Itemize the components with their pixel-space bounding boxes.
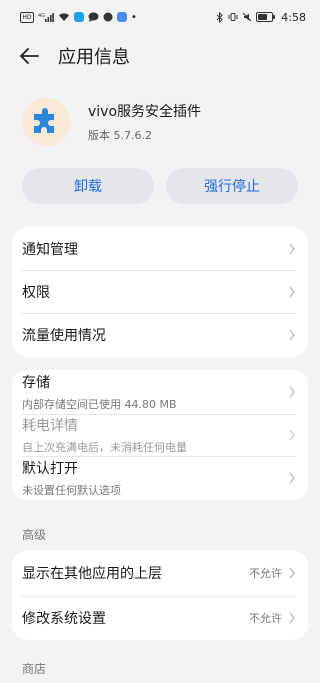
chevron-right-icon (289, 612, 295, 624)
chevron-right-icon (289, 567, 295, 579)
back-button[interactable] (14, 41, 44, 71)
uninstall-button[interactable]: 卸载 (22, 168, 154, 204)
permissions-row[interactable]: 权限 (12, 270, 308, 313)
app-icon (22, 98, 70, 146)
wifi-icon (58, 12, 70, 22)
signal-icon: 4G (38, 12, 54, 22)
status-left: HD 4G • (20, 11, 137, 23)
hd-icon: HD (20, 11, 34, 23)
app-text: vivo服务安全插件 版本 5.7.6.2 (88, 101, 201, 143)
storage-row[interactable]: 存储 内部存储空间已使用 44.80 MB (12, 370, 308, 414)
page-title: 应用信息 (58, 47, 130, 68)
back-arrow-icon (20, 48, 39, 64)
data-usage-row[interactable]: 流量使用情况 (12, 313, 308, 357)
row-label: 通知管理 (22, 241, 78, 258)
row-trailing: 不允许 (249, 565, 296, 581)
app-bar: 应用信息 (0, 38, 320, 74)
chevron-right-icon (289, 243, 295, 254)
open-by-default-row[interactable]: 默认打开 未设置任何默认选项 (12, 456, 308, 500)
row-label: 耗电详情 (22, 418, 78, 434)
chevron-right-icon (289, 472, 295, 484)
message-icon (88, 12, 99, 22)
mute-icon (242, 12, 252, 22)
cloud-app-icon (117, 12, 127, 22)
action-buttons: 卸载 强行停止 (22, 168, 298, 204)
display-over-apps-row[interactable]: 显示在其他应用的上层 不允许 (12, 550, 308, 596)
row-label: 流量使用情况 (22, 328, 106, 344)
clock: 4:58 (281, 10, 306, 24)
row-label: 修改系统设置 (22, 611, 106, 627)
vibrate-icon (228, 12, 238, 22)
chevron-right-icon (289, 429, 295, 441)
row-value: 不允许 (249, 567, 282, 580)
puzzle-icon (34, 108, 54, 133)
force-stop-button[interactable]: 强行停止 (166, 168, 298, 204)
app-version: 版本 5.7.6.2 (88, 129, 152, 142)
row-label: 存储 (22, 375, 50, 391)
row-label: 显示在其他应用的上层 (22, 566, 162, 582)
row-subtitle: 未设置任何默认选项 (22, 484, 121, 497)
settings-card-details: 存储 内部存储空间已使用 44.80 MB 耗电详情 自上次充满电后，未消耗任何… (12, 370, 308, 500)
settings-card-advanced: 显示在其他应用的上层 不允许 修改系统设置 不允许 (12, 550, 308, 640)
bluetooth-icon (216, 11, 224, 23)
battery-icon (256, 12, 276, 22)
status-bar: HD 4G • 4:58 (0, 0, 320, 34)
row-value: 不允许 (249, 612, 282, 625)
row-trailing: 不允许 (249, 610, 296, 626)
battery-usage-row[interactable]: 耗电详情 自上次充满电后，未消耗任何电量 (12, 414, 308, 456)
row-label: 默认打开 (22, 461, 78, 477)
notification-icon (103, 12, 113, 22)
advanced-section-label: 高级 (22, 528, 47, 542)
more-dots-icon: • (131, 11, 137, 23)
modify-system-settings-row[interactable]: 修改系统设置 不允许 (12, 596, 308, 640)
chevron-right-icon (289, 286, 295, 297)
chevron-right-icon (289, 329, 295, 341)
status-right: 4:58 (216, 11, 306, 24)
store-section-label: 商店 (22, 662, 47, 676)
app-name: vivo服务安全插件 (88, 104, 202, 120)
app-summary: vivo服务安全插件 版本 5.7.6.2 (22, 98, 201, 146)
row-subtitle: 内部存储空间已使用 44.80 MB (22, 398, 177, 411)
signal-4g-label: 4G (38, 13, 45, 19)
app-notification-icon (74, 12, 84, 22)
row-label: 权限 (22, 284, 50, 301)
settings-card-main: 通知管理 权限 流量使用情况 (12, 227, 308, 357)
notification-management-row[interactable]: 通知管理 (12, 227, 308, 270)
chevron-right-icon (289, 386, 295, 398)
row-subtitle: 自上次充满电后，未消耗任何电量 (22, 441, 187, 454)
